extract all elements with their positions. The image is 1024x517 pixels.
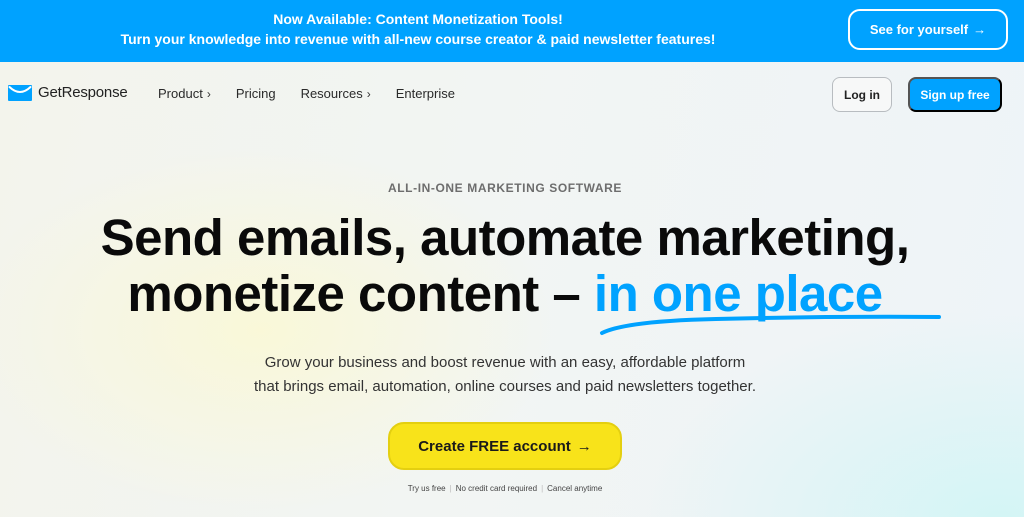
nav-item-resources[interactable]: Resources › xyxy=(301,86,371,101)
nav-item-label: Pricing xyxy=(235,86,276,101)
chevron-right-icon: › xyxy=(366,86,371,101)
fineprint: Try us free | No credit card required | Canc… xyxy=(0,484,1010,493)
fineprint-item: No credit card required xyxy=(455,484,538,493)
main-nav: GetResponse Product › Pricing Resources … xyxy=(0,62,1024,126)
accent-underline-stroke xyxy=(600,314,941,335)
nav-item-label: Product xyxy=(158,86,203,101)
see-for-yourself-label: See for yourself xyxy=(869,22,969,37)
promo-title: Now Available: Content Monetization Tool… xyxy=(273,11,563,27)
logo[interactable]: GetResponse xyxy=(8,84,128,101)
arrow-right-icon: → xyxy=(576,437,592,455)
create-free-account-button[interactable]: Create FREE account → xyxy=(388,422,622,470)
fineprint-item: Cancel anytime xyxy=(547,484,603,493)
create-free-account-label: Create FREE account xyxy=(418,437,571,455)
headline-line-2-prefix: monetize content – xyxy=(127,265,594,322)
nav-item-pricing[interactable]: Pricing xyxy=(236,86,276,101)
signup-button[interactable]: Sign up free xyxy=(908,77,1002,112)
hero-eyebrow: ALL-IN-ONE MARKETING SOFTWARE xyxy=(387,181,623,195)
nav-links: Product › Pricing Resources › Enterprise xyxy=(158,86,480,101)
divider: | xyxy=(541,484,544,493)
nav-item-label: Resources xyxy=(300,86,363,101)
hero-headline: Send emails, automate marketing, monetiz… xyxy=(0,210,1010,322)
nav-item-enterprise[interactable]: Enterprise xyxy=(396,86,455,101)
promo-subtitle: Turn your knowledge into revenue with al… xyxy=(120,31,716,47)
subtext-line-2: that brings email, automation, online co… xyxy=(254,378,756,395)
promo-text: Now Available: Content Monetization Tool… xyxy=(0,9,836,49)
divider: | xyxy=(449,484,452,493)
promo-banner: Now Available: Content Monetization Tool… xyxy=(0,0,1024,62)
chevron-right-icon: › xyxy=(206,86,211,101)
brand-name: GetResponse xyxy=(38,84,128,101)
nav-item-product[interactable]: Product › xyxy=(158,86,211,101)
hero-subtext: Grow your business and boost revenue wit… xyxy=(0,351,1010,399)
arrow-right-icon: → xyxy=(973,22,987,37)
fineprint-item: Try us free xyxy=(407,484,446,493)
login-button[interactable]: Log in xyxy=(832,77,892,112)
envelope-smile-icon xyxy=(8,84,32,101)
nav-item-label: Enterprise xyxy=(395,86,455,101)
headline-line-1: Send emails, automate marketing, xyxy=(100,209,910,266)
subtext-line-1: Grow your business and boost revenue wit… xyxy=(264,354,746,371)
see-for-yourself-button[interactable]: See for yourself → xyxy=(848,9,1008,50)
